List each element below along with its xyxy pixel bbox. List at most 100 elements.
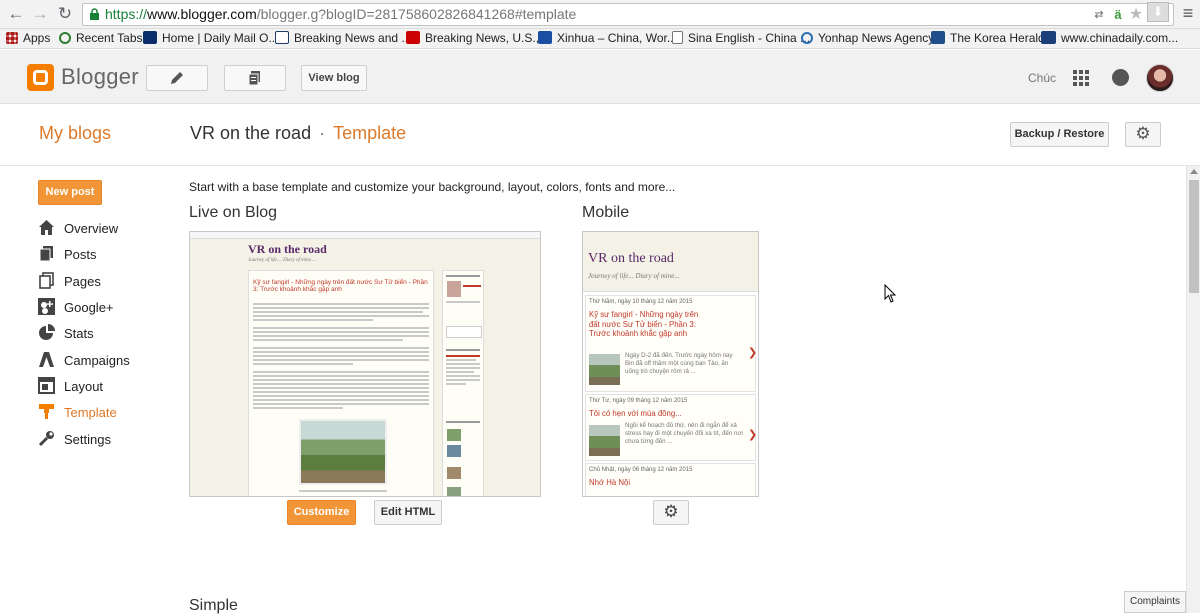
sidebar-item-campaigns[interactable]: Campaigns xyxy=(38,350,168,372)
blogger-logo-icon[interactable] xyxy=(27,64,54,91)
download-icon[interactable]: ⬇ xyxy=(1147,2,1169,22)
apps-grid-icon xyxy=(6,32,18,44)
bookmark-apps[interactable]: Apps xyxy=(6,29,50,48)
user-name[interactable]: Chúc xyxy=(1028,71,1056,85)
preview-tagline: Journey of life.... Diary of mine.... xyxy=(248,258,316,263)
mouse-cursor-icon xyxy=(884,284,897,303)
post-snippet: Ngồi kể hoạch đủ thứ, nên đi ngắn để xả … xyxy=(625,422,743,446)
blogger-logo-text[interactable]: Blogger xyxy=(61,64,139,90)
korea-herald-icon xyxy=(931,31,945,44)
backup-restore-button[interactable]: Backup / Restore xyxy=(1010,122,1109,147)
page-icon xyxy=(672,31,683,44)
intro-text: Start with a base template and customize… xyxy=(189,180,676,194)
preview-post-photo xyxy=(299,419,387,485)
bookmark-breaking-news[interactable]: Breaking News and ... xyxy=(275,29,411,48)
chevron-right-icon: ❯ xyxy=(748,429,758,441)
translate-icon[interactable]: ⇄ xyxy=(1091,7,1107,23)
sidebar-item-stats[interactable]: Stats xyxy=(38,323,168,345)
sidebar-item-template[interactable]: Template xyxy=(38,402,168,424)
post-title: Kỹ sư fangirl - Những ngày trên đất nước… xyxy=(589,310,699,338)
url-text: https://www.blogger.com/blogger.g?blogID… xyxy=(105,6,577,22)
scrollbar-thumb[interactable] xyxy=(1189,180,1199,293)
breadcrumb-separator: · xyxy=(319,123,326,143)
bookmark-cnn[interactable]: Breaking News, U.S.,... xyxy=(406,29,549,48)
view-blog-button[interactable]: View blog xyxy=(301,65,367,91)
campaigns-icon xyxy=(39,352,54,367)
posts-icon xyxy=(39,246,53,262)
complaints-button[interactable]: Complaints xyxy=(1124,591,1186,613)
edit-html-button[interactable]: Edit HTML xyxy=(374,500,442,525)
sidebar-item-label: Stats xyxy=(64,326,94,341)
scroll-up-arrow-icon[interactable] xyxy=(1190,169,1198,174)
bookmark-yonhap[interactable]: Yonhap News Agency xyxy=(801,29,934,48)
back-icon[interactable]: ← xyxy=(6,4,26,24)
google-plus-icon xyxy=(38,298,55,315)
new-post-pencil-button[interactable] xyxy=(146,65,208,91)
notifications-icon[interactable] xyxy=(1112,69,1129,86)
stats-icon xyxy=(39,324,55,340)
preview-sidebar xyxy=(442,270,484,496)
mobile-preview-header: VR on the road Journey of life... Diary … xyxy=(583,232,758,292)
sidebar-item-google-plus[interactable]: Google+ xyxy=(38,297,168,319)
template-icon xyxy=(39,404,54,419)
forward-icon[interactable]: → xyxy=(30,4,50,24)
live-on-blog-heading: Live on Blog xyxy=(189,204,278,221)
bookmark-china-daily[interactable]: www.chinadaily.com... xyxy=(1041,29,1178,48)
bookmark-korea-herald[interactable]: The Korea Herald xyxy=(931,29,1045,48)
star-icon[interactable]: ★ xyxy=(1128,7,1144,23)
posts-list-button[interactable] xyxy=(224,65,286,91)
sidebar-item-label: Layout xyxy=(64,379,104,394)
settings-icon xyxy=(38,431,54,447)
bookmark-sina[interactable]: Sina English - China ... xyxy=(672,29,810,48)
post-title: Tôi có hẹn với mùa đông... xyxy=(589,409,682,418)
blogger-header: Blogger View blog Chúc xyxy=(0,50,1200,104)
desktop-template-preview[interactable]: VR on the road Journey of life.... Diary… xyxy=(189,231,541,497)
sidebar-item-overview[interactable]: Overview xyxy=(38,218,168,240)
mobile-template-preview[interactable]: VR on the road Journey of life... Diary … xyxy=(582,231,759,497)
bookmark-recent-tabs[interactable]: Recent Tabs xyxy=(59,29,143,48)
sidebar-item-label: Campaigns xyxy=(64,353,130,368)
preview-profile-photo xyxy=(447,281,461,297)
customize-button[interactable]: Customize xyxy=(287,500,356,525)
menu-icon[interactable]: ≡ xyxy=(1180,4,1196,24)
yonhap-icon xyxy=(801,32,813,44)
post-snippet: Ngày D-2 đã đến. Trước ngày hôm nay Bin … xyxy=(625,352,733,376)
avatar[interactable] xyxy=(1146,64,1174,92)
header-divider xyxy=(0,165,1200,166)
bookmark-xinhua[interactable]: Xinhua – China, Wor... xyxy=(538,29,677,48)
cnn-icon xyxy=(406,31,420,44)
extension-icon[interactable]: ä xyxy=(1110,7,1126,23)
pages-icon xyxy=(39,272,54,289)
address-bar[interactable]: https://www.blogger.com/blogger.g?blogID… xyxy=(82,3,1174,26)
sidebar-item-layout[interactable]: Layout xyxy=(38,376,168,398)
chevron-right-icon: ❯ xyxy=(748,347,758,359)
post-title: Nhớ Hà Nội xyxy=(589,478,631,487)
sidebar-item-label: Settings xyxy=(64,432,111,447)
preview-main-column: Kỹ sư fangirl - Những ngày trên đất nước… xyxy=(248,270,434,496)
mobile-settings-gear-icon[interactable]: ⚙ xyxy=(653,500,689,525)
bookmarks-bar: Apps Recent Tabs Home | Daily Mail O... … xyxy=(0,29,1200,49)
simple-heading: Simple xyxy=(189,597,238,614)
breadcrumb: VR on the road · Template xyxy=(190,123,406,144)
history-icon xyxy=(59,32,71,44)
sidebar-item-pages[interactable]: Pages xyxy=(38,271,168,293)
post-thumbnail xyxy=(589,425,620,456)
page-title: Template xyxy=(333,123,407,143)
page-scrollbar[interactable] xyxy=(1186,166,1200,613)
sidebar-item-label: Google+ xyxy=(64,300,114,315)
home-icon xyxy=(39,220,54,235)
mobile-heading: Mobile xyxy=(582,204,630,221)
preview-blog-title: VR on the road xyxy=(248,242,327,256)
browser-toolbar: ← → ↻ https://www.blogger.com/blogger.g?… xyxy=(0,0,1200,29)
sidebar-item-posts[interactable]: Posts xyxy=(38,244,168,266)
gear-icon[interactable]: ⚙ xyxy=(1125,122,1161,147)
reload-icon[interactable]: ↻ xyxy=(55,4,75,24)
my-blogs-link[interactable]: My blogs xyxy=(39,123,111,144)
bookmark-daily-mail[interactable]: Home | Daily Mail O... xyxy=(143,29,278,48)
new-post-button[interactable]: New post xyxy=(38,180,102,205)
sidebar-item-label: Pages xyxy=(64,274,101,289)
news-site-icon xyxy=(275,31,289,44)
sidebar-item-settings[interactable]: Settings xyxy=(38,429,168,451)
google-apps-icon[interactable] xyxy=(1073,70,1089,86)
blog-name[interactable]: VR on the road xyxy=(190,123,311,143)
